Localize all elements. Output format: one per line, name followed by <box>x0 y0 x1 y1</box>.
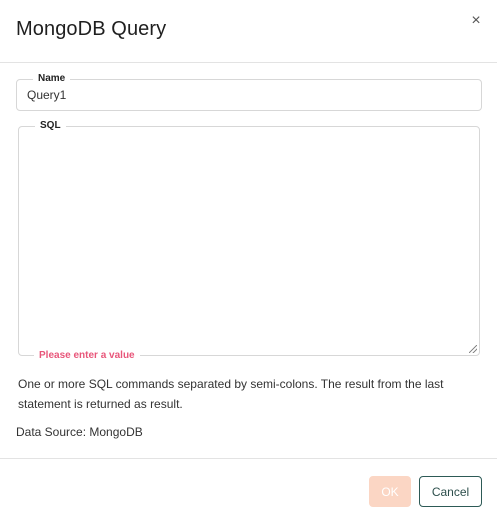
sql-error-message: Please enter a value <box>34 349 140 363</box>
name-fieldset: Name <box>16 72 482 111</box>
dialog-header: MongoDB Query × <box>0 0 497 63</box>
resize-grip-icon[interactable] <box>469 345 477 353</box>
sql-label: SQL <box>35 119 66 133</box>
close-icon[interactable]: × <box>469 13 483 29</box>
help-text: One or more SQL commands separated by se… <box>18 377 444 411</box>
dialog-title: MongoDB Query <box>16 18 167 40</box>
dialog-footer: OK Cancel <box>0 458 497 522</box>
name-label: Name <box>33 72 71 86</box>
sql-textarea[interactable] <box>19 127 479 355</box>
datasource-label: Data Source: MongoDB <box>16 425 143 439</box>
mongodb-query-dialog: MongoDB Query × Name SQL Please enter a … <box>0 0 497 522</box>
sql-fieldset: SQL Please enter a value <box>18 119 480 363</box>
cancel-button[interactable]: Cancel <box>419 476 482 507</box>
ok-button[interactable]: OK <box>369 476 411 507</box>
name-input[interactable] <box>17 80 481 110</box>
